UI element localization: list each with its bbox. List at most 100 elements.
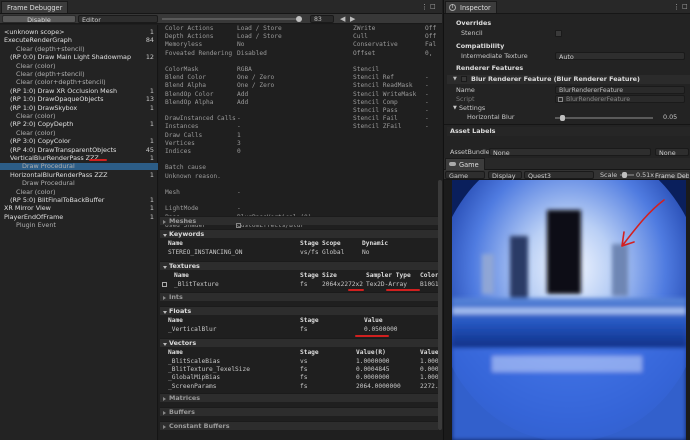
tree-item[interactable]: ExecuteRenderGraph 84 bbox=[0, 37, 158, 44]
tree-item[interactable]: Draw Procedural bbox=[0, 180, 158, 187]
settings-row[interactable]: ▼ Settings bbox=[447, 104, 690, 113]
prev-event-icon[interactable]: ◀ bbox=[340, 15, 345, 23]
state-row: Color Actions Load / Store ZWrite Off bbox=[159, 25, 442, 33]
assetbundle-variant-dropdown[interactable]: None bbox=[655, 148, 689, 157]
section-ints[interactable]: Ints bbox=[160, 292, 438, 301]
tree-item-count: 1 bbox=[149, 103, 154, 112]
tree-item[interactable]: (RP 3:0) CopyColor 1 bbox=[0, 138, 158, 145]
shader-link-icon[interactable] bbox=[236, 223, 241, 228]
section-meshes[interactable]: Meshes bbox=[160, 216, 438, 225]
state-cell: Stencil Ref bbox=[353, 74, 394, 82]
tree-item[interactable]: Clear (color) bbox=[0, 188, 158, 196]
maximize-icon-inspector[interactable]: □ bbox=[682, 3, 688, 10]
keywords-cell: Global bbox=[322, 249, 345, 256]
tree-item[interactable]: (RP 4:0) DrawTransparentObjects 45 bbox=[0, 145, 158, 154]
assetbundle-row: AssetBundle None None bbox=[447, 148, 690, 157]
tree-item[interactable]: (RP 5:0) BlitFinalToBackBuffer 1 bbox=[0, 197, 158, 204]
game-viewport[interactable] bbox=[452, 180, 686, 440]
tree-item-count: 1 bbox=[149, 86, 154, 95]
section-matrices[interactable]: Matrices bbox=[160, 393, 438, 402]
state-row: Memoryless No Conservative Fal bbox=[159, 41, 442, 49]
tab-inspector[interactable]: i Inspector bbox=[445, 1, 497, 13]
state-cell: Blend Color bbox=[165, 74, 206, 82]
tree-item[interactable]: Clear (color) bbox=[0, 62, 158, 70]
section-constant_buffers[interactable]: Constant Buffers bbox=[160, 421, 438, 430]
annotation-underline-sampler bbox=[386, 289, 420, 291]
tree-item[interactable]: Clear (color) bbox=[0, 113, 158, 120]
tree-item-label: Clear (depth+stencil) bbox=[16, 44, 85, 53]
section-keywords[interactable]: Keywords bbox=[160, 229, 438, 238]
tab-frame-debugger[interactable]: Frame Debugger bbox=[1, 1, 69, 13]
section-buffers[interactable]: Buffers bbox=[160, 407, 438, 416]
hblur-slider[interactable] bbox=[555, 117, 653, 119]
tree-item[interactable]: (RP 1:0) Draw XR Occlusion Mesh 1 bbox=[0, 86, 158, 95]
tree-item-label: Clear (color) bbox=[16, 112, 56, 120]
state-row bbox=[159, 58, 442, 66]
tab-game[interactable]: Game bbox=[445, 158, 485, 170]
scale-slider-thumb[interactable] bbox=[622, 172, 627, 178]
state-cell: Cull bbox=[353, 33, 368, 41]
assetbundle-dropdown[interactable]: None bbox=[489, 148, 651, 157]
script-field: BlurRendererFeature bbox=[555, 95, 685, 103]
annotation-underline-size bbox=[348, 289, 364, 291]
stencil-checkbox[interactable] bbox=[555, 30, 562, 37]
target-dropdown[interactable]: Editor bbox=[78, 15, 158, 24]
event-slider-thumb[interactable] bbox=[296, 16, 302, 22]
tree-item[interactable]: Clear (depth+stencil) bbox=[0, 44, 158, 53]
tree-item[interactable]: Plugin Event bbox=[0, 222, 158, 229]
state-row: Stencil Pass - bbox=[159, 107, 442, 115]
detail-scrollbar[interactable] bbox=[438, 180, 442, 430]
state-cell: BlendOp Color bbox=[165, 90, 214, 98]
tree-item[interactable]: VerticalBlurRenderPass ZZZ 1 bbox=[0, 155, 158, 162]
tree-item[interactable]: Draw Procedural bbox=[0, 163, 158, 171]
game-mode-dropdown[interactable]: Game bbox=[445, 171, 485, 180]
tree-item[interactable]: Clear (color) bbox=[0, 129, 158, 137]
frame-debugger-toolbar: Disable Editor 83 ◀ ▶ bbox=[0, 14, 442, 24]
tree-item[interactable]: PlayerEndOfFrame 1 bbox=[0, 213, 158, 221]
game-toolbar: Game Display 1 Quest3 (2064x2208) Scale … bbox=[444, 170, 690, 188]
name-field[interactable]: BlurRendererFeature bbox=[555, 86, 685, 94]
state-cell: Fal bbox=[425, 41, 437, 49]
tree-item-label: ExecuteRenderGraph bbox=[4, 36, 72, 45]
resolution-dropdown[interactable]: Quest3 (2064x2208) bbox=[524, 171, 594, 188]
textures-header-cell: Sampler Type bbox=[366, 272, 411, 279]
window-menu-icon-inspector[interactable]: ⋮ bbox=[673, 3, 680, 11]
maximize-icon[interactable]: □ bbox=[430, 3, 436, 10]
event-index-field[interactable]: 83 bbox=[310, 15, 334, 23]
section-textures[interactable]: Textures bbox=[160, 261, 438, 270]
event-slider[interactable] bbox=[162, 18, 300, 20]
display-dropdown[interactable]: Display 1 bbox=[488, 171, 522, 188]
vectors-row: _BlitScaleBias vs 1.0000000 1.0000 bbox=[168, 358, 442, 366]
texture-thumbnail-icon[interactable] bbox=[162, 282, 167, 287]
tree-item-count: 45 bbox=[145, 145, 154, 154]
section-vectors[interactable]: Vectors bbox=[160, 338, 438, 347]
state-cell: One / Zero bbox=[237, 74, 275, 82]
section-floats[interactable]: Floats bbox=[160, 306, 438, 315]
tree-item[interactable]: (RP 1:0) DrawSkybox 1 bbox=[0, 103, 158, 112]
hblur-slider-thumb[interactable] bbox=[559, 115, 565, 121]
tree-item[interactable]: (RP 1:0) DrawOpaqueObjects 13 bbox=[0, 96, 158, 103]
window-menu-icon[interactable]: ⋮ bbox=[421, 3, 428, 11]
tree-item[interactable]: Clear (color+depth+stencil) bbox=[0, 79, 158, 86]
frame-debug-toggle[interactable]: Frame Debug bbox=[654, 171, 690, 179]
tree-item[interactable]: Clear (depth+stencil) bbox=[0, 71, 158, 78]
state-cell: Foveated Rendering bbox=[165, 49, 233, 57]
tree-item[interactable]: <unknown scope> 1 bbox=[0, 29, 158, 36]
tree-item[interactable]: XR Mirror View 1 bbox=[0, 205, 158, 212]
state-row bbox=[159, 156, 442, 164]
tree-item[interactable]: HorizontalBlurRenderPass ZZZ 1 bbox=[0, 171, 158, 179]
hblur-value[interactable]: 0.05 bbox=[663, 113, 677, 122]
tree-item-count: 1 bbox=[149, 28, 154, 36]
feature-header[interactable]: ▼ Blur Renderer Feature (Blur Renderer F… bbox=[447, 75, 690, 84]
foldout-arrow-icon[interactable]: ▼ bbox=[453, 75, 457, 84]
feature-enable-checkbox[interactable] bbox=[461, 76, 467, 82]
state-row: Depth Actions Load / Store Cull Off bbox=[159, 33, 442, 41]
state-row: Mesh - bbox=[159, 189, 442, 197]
disable-button[interactable]: Disable bbox=[2, 15, 76, 24]
intermediate-dropdown[interactable]: Auto bbox=[555, 52, 685, 61]
tree-item[interactable]: (RP 0:0) Draw Main Light Shadowmap 12 bbox=[0, 54, 158, 61]
next-event-icon[interactable]: ▶ bbox=[350, 15, 355, 23]
keywords-row: STEREO_INSTANCING_ON vs/fs Global No bbox=[168, 249, 438, 257]
state-cell: Draw Calls bbox=[165, 131, 203, 139]
tree-item[interactable]: (RP 2:0) CopyDepth 1 bbox=[0, 121, 158, 128]
